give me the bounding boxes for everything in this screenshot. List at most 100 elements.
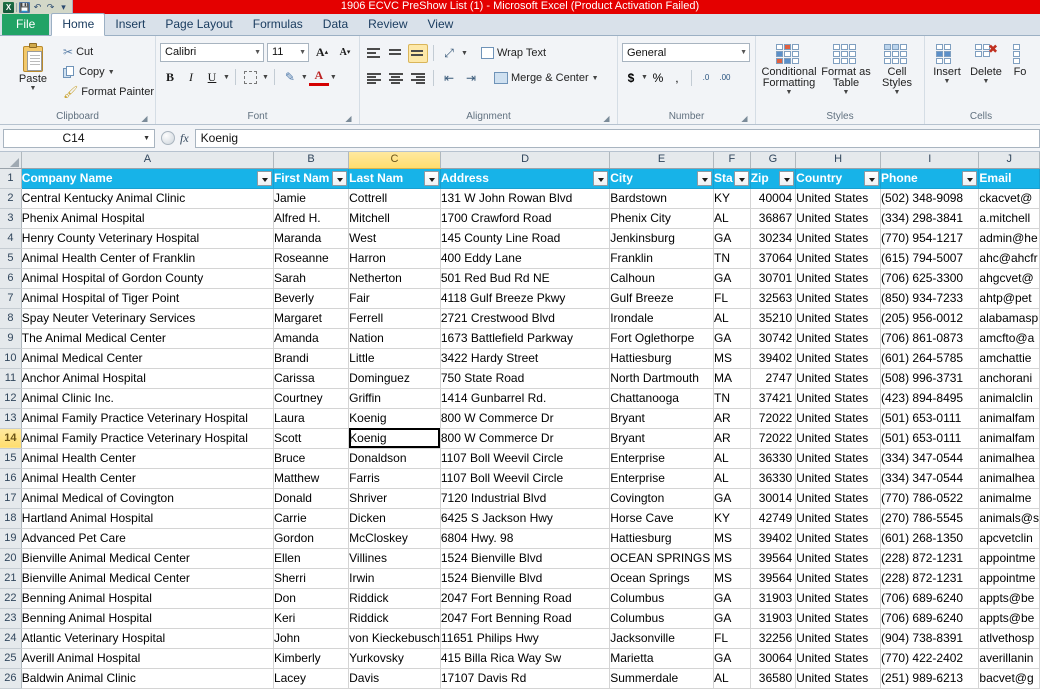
cell-e3[interactable]: Phenix City bbox=[609, 208, 714, 229]
comma-format-button[interactable]: , bbox=[668, 68, 686, 87]
format-as-table-button[interactable]: Format as Table ▼ bbox=[820, 42, 872, 96]
cell-e12[interactable]: Chattanooga bbox=[609, 388, 714, 409]
cell-g4[interactable]: 30234 bbox=[750, 228, 797, 249]
cell-b15[interactable]: Bruce bbox=[273, 448, 350, 469]
format-as-table-dropdown-icon[interactable]: ▼ bbox=[843, 89, 850, 96]
filter-dropdown-icon[interactable] bbox=[962, 170, 978, 186]
cell-h26[interactable]: United States bbox=[795, 668, 882, 689]
cell-f15[interactable]: AL bbox=[713, 448, 751, 469]
cell-h6[interactable]: United States bbox=[795, 268, 882, 289]
insert-cells-button[interactable]: Insert ▼ bbox=[929, 42, 965, 85]
cell-e24[interactable]: Jacksonville bbox=[609, 628, 714, 649]
cell-a10[interactable]: Animal Medical Center bbox=[21, 348, 274, 369]
row-header-20[interactable]: 20 bbox=[0, 548, 22, 569]
cell-a19[interactable]: Advanced Pet Care bbox=[21, 528, 274, 549]
cell-a18[interactable]: Hartland Animal Hospital bbox=[21, 508, 274, 529]
cell-b19[interactable]: Gordon bbox=[273, 528, 350, 549]
cell-h15[interactable]: United States bbox=[795, 448, 882, 469]
percent-format-button[interactable]: % bbox=[649, 68, 667, 87]
cell-i7[interactable]: (850) 934-7233 bbox=[880, 288, 980, 309]
cell-g18[interactable]: 42749 bbox=[750, 508, 797, 529]
cell-b12[interactable]: Courtney bbox=[273, 388, 350, 409]
row-header-12[interactable]: 12 bbox=[0, 388, 22, 409]
filter-dropdown-icon[interactable] bbox=[332, 170, 348, 186]
cell-c2[interactable]: Cottrell bbox=[348, 188, 441, 209]
cell-d25[interactable]: 415 Billa Rica Way Sw bbox=[440, 648, 611, 669]
cell-g9[interactable]: 30742 bbox=[750, 328, 797, 349]
cell-b22[interactable]: Don bbox=[273, 588, 350, 609]
cell-f26[interactable]: AL bbox=[713, 668, 751, 689]
cell-d18[interactable]: 6425 S Jackson Hwy bbox=[440, 508, 611, 529]
underline-dropdown-icon[interactable]: ▼ bbox=[223, 74, 230, 81]
cell-h7[interactable]: United States bbox=[795, 288, 882, 309]
cell-c16[interactable]: Farris bbox=[348, 468, 441, 489]
cell-b23[interactable]: Keri bbox=[273, 608, 350, 629]
cell-e14[interactable]: Bryant bbox=[609, 428, 714, 449]
cell-i25[interactable]: (770) 422-2402 bbox=[880, 648, 980, 669]
cell-b3[interactable]: Alfred H. bbox=[273, 208, 350, 229]
cell-a16[interactable]: Animal Health Center bbox=[21, 468, 274, 489]
cell-a26[interactable]: Baldwin Animal Clinic bbox=[21, 668, 274, 689]
cell-e21[interactable]: Ocean Springs bbox=[609, 568, 714, 589]
row-header-18[interactable]: 18 bbox=[0, 508, 22, 529]
insert-dropdown-icon[interactable]: ▼ bbox=[944, 78, 951, 85]
orientation-button[interactable]: ⤢ bbox=[439, 44, 459, 63]
cell-g16[interactable]: 36330 bbox=[750, 468, 797, 489]
cell-f7[interactable]: FL bbox=[713, 288, 751, 309]
column-header-f[interactable]: F bbox=[713, 152, 751, 169]
row-header-24[interactable]: 24 bbox=[0, 628, 22, 649]
merge-center-button[interactable]: Merge & Center ▼ bbox=[491, 68, 602, 88]
tab-insert[interactable]: Insert bbox=[105, 14, 155, 35]
cell-f19[interactable]: MS bbox=[713, 528, 751, 549]
spreadsheet-grid[interactable]: ABCDEFGHIJ 1 Company Name First Nam Last Na… bbox=[0, 152, 1040, 692]
row-header-11[interactable]: 11 bbox=[0, 368, 22, 389]
cell-g3[interactable]: 36867 bbox=[750, 208, 797, 229]
cell-g17[interactable]: 30014 bbox=[750, 488, 797, 509]
fill-color-button[interactable]: ✎ bbox=[280, 67, 300, 87]
cell-b13[interactable]: Laura bbox=[273, 408, 350, 429]
cell-a15[interactable]: Animal Health Center bbox=[21, 448, 274, 469]
cell-j2[interactable]: ckacvet@ bbox=[978, 188, 1040, 209]
cell-f2[interactable]: KY bbox=[713, 188, 751, 209]
cell-a5[interactable]: Animal Health Center of Franklin bbox=[21, 248, 274, 269]
cell-i10[interactable]: (601) 264-5785 bbox=[880, 348, 980, 369]
align-bottom-button[interactable] bbox=[408, 43, 428, 63]
cell-f10[interactable]: MS bbox=[713, 348, 751, 369]
cell-i26[interactable]: (251) 989-6213 bbox=[880, 668, 980, 689]
cell-c17[interactable]: Shriver bbox=[348, 488, 441, 509]
cell-i4[interactable]: (770) 954-1217 bbox=[880, 228, 980, 249]
cell-h4[interactable]: United States bbox=[795, 228, 882, 249]
cell-f5[interactable]: TN bbox=[713, 248, 751, 269]
cell-h24[interactable]: United States bbox=[795, 628, 882, 649]
header-cell-f1[interactable]: Sta bbox=[713, 168, 751, 189]
cell-g10[interactable]: 39402 bbox=[750, 348, 797, 369]
cell-c15[interactable]: Donaldson bbox=[348, 448, 441, 469]
cell-a12[interactable]: Animal Clinic Inc. bbox=[21, 388, 274, 409]
insert-function-icon[interactable]: fx bbox=[180, 131, 189, 146]
cell-j7[interactable]: ahtp@pet bbox=[978, 288, 1040, 309]
row-header-16[interactable]: 16 bbox=[0, 468, 22, 489]
cell-i19[interactable]: (601) 268-1350 bbox=[880, 528, 980, 549]
delete-dropdown-icon[interactable]: ▼ bbox=[983, 78, 990, 85]
orientation-dropdown-icon[interactable]: ▼ bbox=[461, 50, 468, 57]
header-cell-e1[interactable]: City bbox=[609, 168, 714, 189]
cell-e17[interactable]: Covington bbox=[609, 488, 714, 509]
cell-i16[interactable]: (334) 347-0544 bbox=[880, 468, 980, 489]
cell-f11[interactable]: MA bbox=[713, 368, 751, 389]
select-all-corner[interactable] bbox=[0, 152, 22, 169]
format-cells-button[interactable]: Fo bbox=[1007, 42, 1033, 78]
cell-b7[interactable]: Beverly bbox=[273, 288, 350, 309]
cell-e26[interactable]: Summerdale bbox=[609, 668, 714, 689]
cell-b6[interactable]: Sarah bbox=[273, 268, 350, 289]
shrink-font-button[interactable]: A ▾ bbox=[335, 42, 355, 62]
row-header-19[interactable]: 19 bbox=[0, 528, 22, 549]
cell-j24[interactable]: atlvethosp bbox=[978, 628, 1040, 649]
decrease-indent-button[interactable]: ⇤ bbox=[439, 69, 459, 88]
cell-c7[interactable]: Fair bbox=[348, 288, 441, 309]
row-header-3[interactable]: 3 bbox=[0, 208, 22, 229]
cell-styles-button[interactable]: Cell Styles ▼ bbox=[874, 42, 920, 96]
conditional-formatting-dropdown-icon[interactable]: ▼ bbox=[786, 89, 793, 96]
header-cell-c1[interactable]: Last Nam bbox=[348, 168, 441, 189]
cell-a4[interactable]: Henry County Veterinary Hospital bbox=[21, 228, 274, 249]
column-header-g[interactable]: G bbox=[750, 152, 797, 169]
